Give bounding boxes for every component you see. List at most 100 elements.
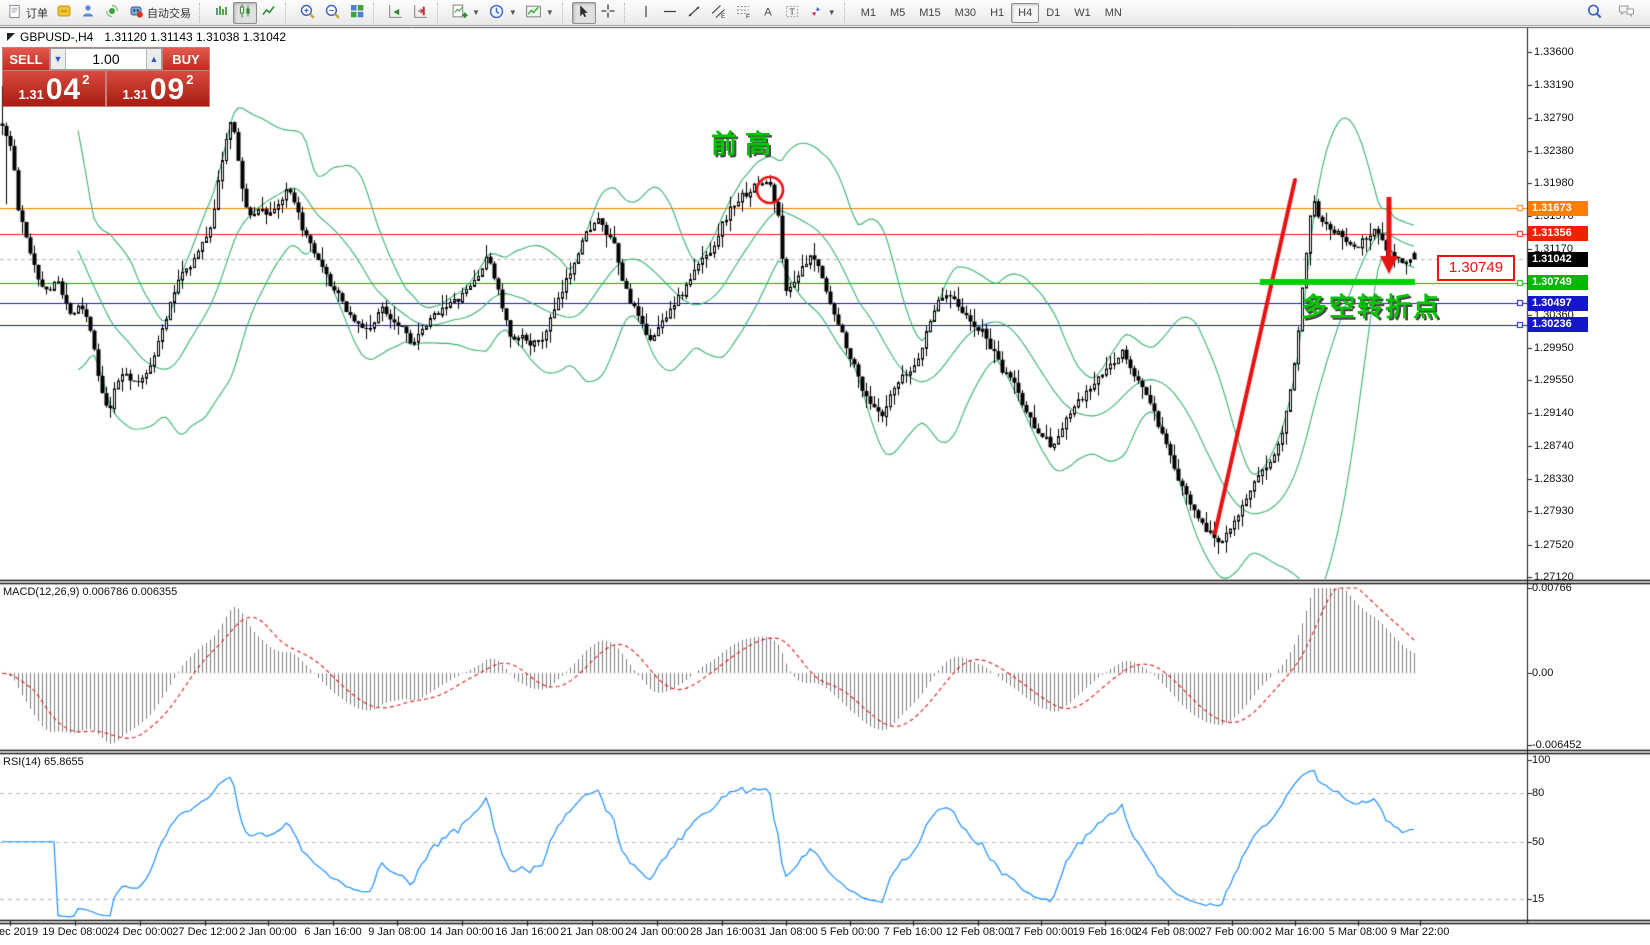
horizontal-line-button[interactable] — [658, 2, 682, 24]
volume-value[interactable]: 1.00 — [66, 49, 146, 69]
chart-ohlc: 1.31120 1.31143 1.31038 1.31042 — [104, 30, 286, 44]
new-order-button[interactable]: 订单 — [4, 2, 52, 24]
svg-text:T: T — [789, 7, 795, 17]
template-icon — [525, 3, 542, 23]
time-tick: 12 Feb 08:00 — [946, 926, 1011, 938]
profile-button[interactable] — [76, 2, 100, 24]
text-button[interactable]: A — [756, 2, 780, 24]
equidistant-channel-icon: E — [710, 3, 727, 22]
indicators-button[interactable]: ▼ — [447, 2, 484, 24]
timeframe-m5[interactable]: M5 — [883, 3, 912, 23]
price-tick: 1.27930 — [1534, 504, 1574, 518]
equidistant-channel-button[interactable]: E — [706, 2, 731, 24]
volume-decrease-button[interactable]: ▼ — [51, 49, 66, 69]
indicators-caret: ▼ — [472, 8, 480, 17]
arrows-button[interactable]: ▼ — [804, 2, 840, 24]
time-tick: 21 Jan 08:00 — [560, 926, 624, 938]
buy-button[interactable]: BUY — [163, 48, 209, 70]
svg-text:A: A — [764, 6, 772, 18]
time-tick: 5 Mar 08:00 — [1329, 926, 1388, 938]
chart-title: GBPUSD-,H4 1.31120 1.31143 1.31038 1.310… — [7, 30, 286, 44]
time-tick: 28 Jan 16:00 — [690, 926, 754, 938]
macd-label: MACD(12,26,9) 0.006786 0.006355 — [3, 586, 177, 598]
time-tick: 6 Dec 2019 — [0, 926, 38, 938]
rsi-tick: 50 — [1532, 835, 1544, 849]
sell-price-display[interactable]: 1.31042 — [3, 71, 105, 106]
trendline-button[interactable] — [682, 2, 706, 24]
toolbar-separator — [199, 3, 206, 23]
auto-scroll-icon — [387, 3, 404, 23]
time-tick: 9 Jan 08:00 — [368, 926, 426, 938]
timeframe-m30[interactable]: M30 — [948, 3, 983, 23]
volume-increase-button[interactable]: ▲ — [146, 49, 161, 69]
annotation-prev-high[interactable]: 前高 — [711, 124, 779, 161]
line-chart-button[interactable] — [257, 2, 281, 24]
chat-button[interactable] — [1613, 2, 1640, 24]
search-icon — [1586, 3, 1603, 23]
timeframe-group: M1M5M15M30H1H4D1W1MN — [854, 3, 1129, 23]
chat-icon — [1617, 3, 1636, 22]
metaeditor-button[interactable] — [52, 2, 76, 24]
crosshair-button[interactable] — [596, 2, 620, 24]
timeframe-m15[interactable]: M15 — [912, 3, 947, 23]
timeframe-m1[interactable]: M1 — [854, 3, 883, 23]
buy-price-display[interactable]: 1.31092 — [107, 71, 209, 106]
chart-symbol: GBPUSD-,H4 — [20, 30, 93, 44]
chart-canvas[interactable] — [0, 0, 1650, 945]
price-tick: 1.32790 — [1534, 111, 1574, 125]
text-label-button[interactable]: T — [780, 2, 804, 24]
annotation-turning-point[interactable]: 多空转折点 — [1301, 287, 1441, 324]
autotrading-button[interactable]: 自动交易 — [124, 2, 195, 24]
timeframe-h1[interactable]: H1 — [983, 3, 1011, 23]
indicators-icon — [451, 3, 468, 23]
time-tick: 2 Jan 00:00 — [239, 926, 297, 938]
text-icon: A — [761, 4, 775, 22]
price-tick: 1.29550 — [1534, 373, 1574, 387]
arrows-icon — [808, 4, 824, 22]
rsi-tick: 80 — [1532, 786, 1544, 800]
time-tick: 24 Feb 08:00 — [1136, 926, 1201, 938]
timeframe-w1[interactable]: W1 — [1067, 3, 1098, 23]
time-tick: 19 Feb 16:00 — [1073, 926, 1138, 938]
zoom-in-icon — [299, 3, 316, 23]
zoom-in-button[interactable] — [295, 2, 320, 24]
one-click-trading-panel: SELL ▼ 1.00 ▲ BUY 1.31042 1.31092 — [2, 47, 210, 107]
sell-button[interactable]: SELL — [3, 48, 49, 70]
toolbar-separator — [844, 3, 851, 23]
template-button[interactable]: ▼ — [521, 2, 558, 24]
svg-text:F: F — [746, 14, 750, 20]
timeframe-mn[interactable]: MN — [1098, 3, 1129, 23]
tile-windows-button[interactable] — [345, 2, 369, 24]
price-badge: 1.31673 — [1528, 201, 1588, 216]
price-tick: 1.28330 — [1534, 472, 1574, 486]
time-tick: 17 Feb 00:00 — [1009, 926, 1074, 938]
time-tick: 31 Jan 08:00 — [754, 926, 818, 938]
fibonacci-icon: F — [735, 3, 752, 22]
search-button[interactable] — [1582, 2, 1607, 24]
zoom-out-button[interactable] — [320, 2, 345, 24]
price-tick: 1.33600 — [1534, 45, 1574, 59]
vertical-line-button[interactable] — [634, 2, 658, 24]
bar-chart-button[interactable] — [209, 2, 233, 24]
signal-button[interactable] — [100, 2, 124, 24]
cursor-button[interactable] — [572, 2, 596, 24]
auto-scroll-button[interactable] — [383, 2, 408, 24]
volume-stepper: ▼ 1.00 ▲ — [50, 48, 162, 70]
candlestick-chart-button[interactable] — [233, 2, 257, 24]
periods-button[interactable]: ▼ — [484, 2, 521, 24]
annotation-price-label[interactable]: 1.30749 — [1437, 255, 1515, 281]
profile-icon — [80, 3, 96, 22]
template-caret: ▼ — [546, 8, 554, 17]
new-order-label: 订单 — [26, 5, 48, 21]
zoom-out-icon — [324, 3, 341, 23]
tile-windows-icon — [349, 3, 365, 22]
time-tick: 27 Dec 12:00 — [172, 926, 237, 938]
toolbar-separator — [373, 3, 380, 23]
timeframe-h4[interactable]: H4 — [1011, 3, 1039, 23]
time-tick: 7 Feb 16:00 — [884, 926, 943, 938]
fibonacci-button[interactable]: F — [731, 2, 756, 24]
timeframe-d1[interactable]: D1 — [1039, 3, 1067, 23]
toolbar: 订单 自动交易 ▼ ▼ ▼ E F A T ▼ M1M5M15M30H1H4D1… — [0, 0, 1650, 26]
toolbar-right-group — [1582, 2, 1646, 24]
chart-shift-button[interactable] — [408, 2, 433, 24]
